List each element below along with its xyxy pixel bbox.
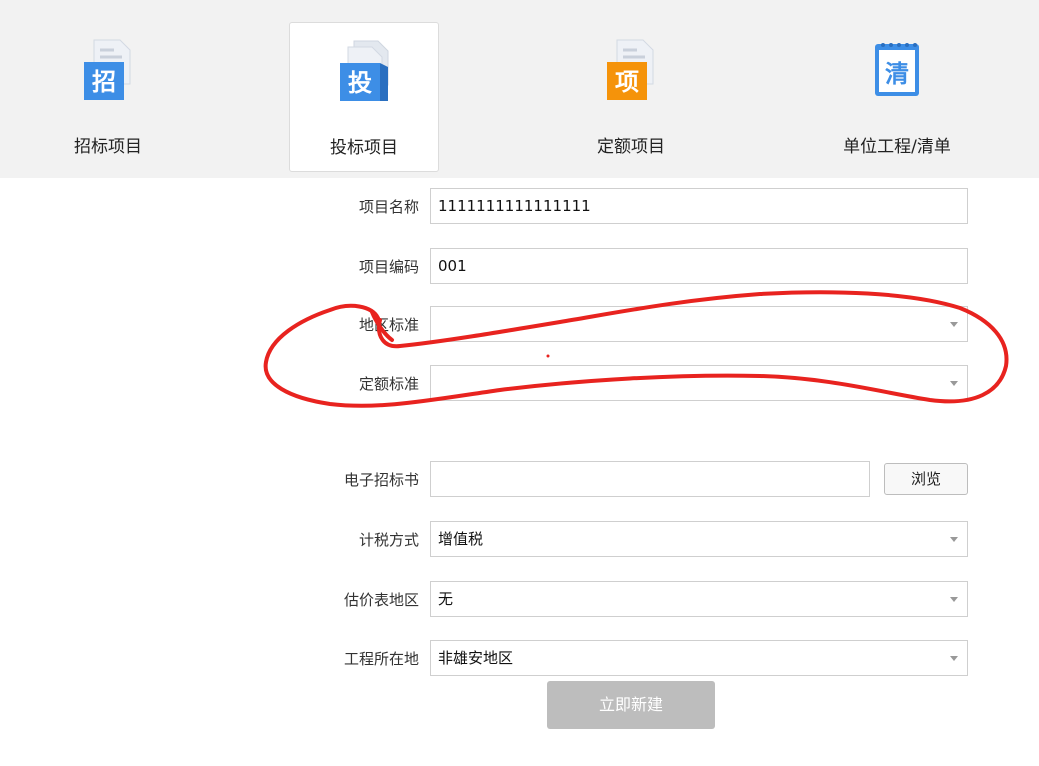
- tax-method-row: 计税方式 增值税: [0, 521, 1039, 559]
- region-standard-row: 地区标准: [0, 306, 1039, 344]
- chevron-down-icon: [950, 656, 958, 661]
- e-tender-file-input[interactable]: [430, 461, 870, 497]
- estimate-region-select[interactable]: 无: [430, 581, 968, 617]
- project-location-row: 工程所在地 非雄安地区: [0, 640, 1039, 678]
- svg-text:招: 招: [92, 68, 116, 96]
- quota-standard-select[interactable]: [430, 365, 968, 401]
- quota-standard-label: 定额标准: [358, 375, 419, 393]
- region-standard-select[interactable]: [430, 306, 968, 342]
- tab-tender-project[interactable]: 招 招标项目: [33, 22, 183, 172]
- tab-label: 招标项目: [74, 137, 142, 157]
- tab-bid-project[interactable]: 投 投标项目: [289, 22, 439, 172]
- quota-doc-icon: 项: [603, 38, 659, 102]
- chevron-down-icon: [950, 537, 958, 542]
- browse-button[interactable]: 浏览: [884, 463, 968, 495]
- project-location-value: 非雄安地区: [438, 649, 514, 667]
- project-name-row: 项目名称: [0, 188, 1039, 226]
- tax-method-value: 增值税: [438, 530, 484, 548]
- e-tender-file-row: 电子招标书 浏览: [0, 461, 1039, 499]
- estimate-region-label: 估价表地区: [343, 591, 419, 609]
- new-project-form: 项目名称 项目编码 地区标准 定额标准 电子招标书 浏览 计税方式 增值税 估价…: [0, 178, 1039, 766]
- list-clipboard-icon: 清: [869, 38, 925, 102]
- chevron-down-icon: [950, 597, 958, 602]
- bid-doc-icon: 投: [336, 39, 392, 103]
- tab-label: 单位工程/清单: [843, 137, 951, 157]
- tender-doc-icon: 招: [80, 38, 136, 102]
- region-standard-label: 地区标准: [358, 316, 419, 334]
- svg-text:清: 清: [885, 60, 909, 88]
- tax-method-label: 计税方式: [358, 531, 419, 549]
- svg-text:投: 投: [348, 69, 372, 97]
- project-code-label: 项目编码: [358, 258, 419, 276]
- project-name-input[interactable]: [430, 188, 968, 224]
- project-location-select[interactable]: 非雄安地区: [430, 640, 968, 676]
- quota-standard-row: 定额标准: [0, 365, 1039, 403]
- tab-quota-project[interactable]: 项 定额项目: [556, 22, 706, 172]
- tab-label: 投标项目: [330, 138, 398, 158]
- create-now-button[interactable]: 立即新建: [547, 681, 715, 729]
- tab-label: 定额项目: [597, 137, 665, 157]
- svg-text:项: 项: [615, 68, 639, 96]
- project-location-label: 工程所在地: [343, 650, 419, 668]
- project-code-row: 项目编码: [0, 248, 1039, 286]
- estimate-region-row: 估价表地区 无: [0, 581, 1039, 619]
- project-name-label: 项目名称: [358, 198, 419, 216]
- chevron-down-icon: [950, 322, 958, 327]
- tax-method-select[interactable]: 增值税: [430, 521, 968, 557]
- project-type-bar: 招 招标项目 投 投标项目 项 定额项目 清 单位工程/清单: [0, 0, 1039, 178]
- estimate-region-value: 无: [438, 590, 454, 608]
- e-tender-file-label: 电子招标书: [343, 471, 419, 489]
- project-code-input[interactable]: [430, 248, 968, 284]
- chevron-down-icon: [950, 381, 958, 386]
- tab-unit-project-list[interactable]: 清 单位工程/清单: [822, 22, 972, 172]
